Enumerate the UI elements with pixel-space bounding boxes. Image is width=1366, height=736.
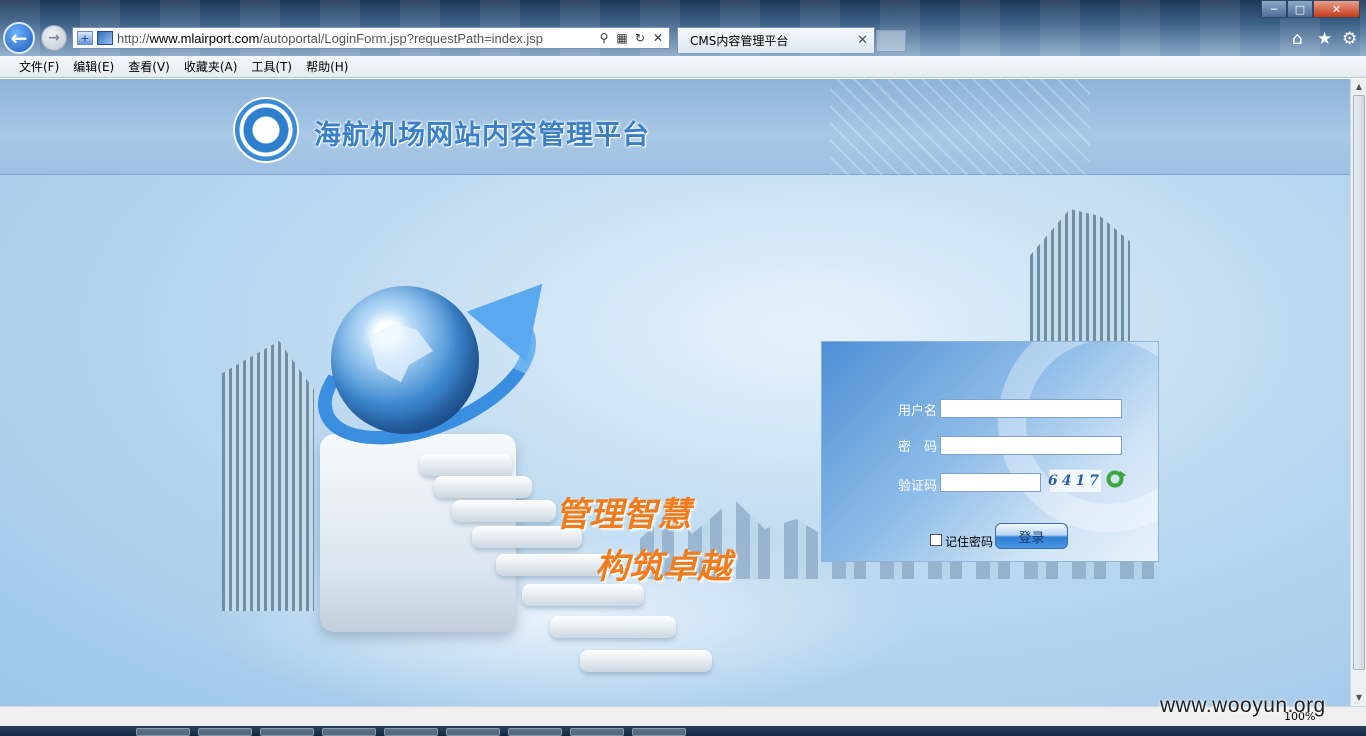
compat-view-icon[interactable]: ▦ bbox=[615, 31, 629, 45]
gear-icon[interactable]: ⚙ bbox=[1342, 29, 1357, 49]
scroll-down-icon[interactable]: ▼ bbox=[1351, 690, 1366, 706]
forward-arrow-icon: → bbox=[48, 30, 60, 46]
header-map-decoration bbox=[830, 79, 1090, 175]
taskbar-item[interactable] bbox=[632, 728, 686, 736]
stair-step bbox=[580, 650, 712, 672]
close-window-button[interactable]: ✕ bbox=[1313, 0, 1360, 18]
stair-step bbox=[420, 454, 512, 476]
tab-close-icon[interactable]: ✕ bbox=[857, 33, 868, 48]
new-tab-button[interactable] bbox=[876, 30, 906, 52]
password-input[interactable] bbox=[940, 436, 1122, 455]
page-viewport: 海航机场网站内容管理平台 管理智慧 构筑卓越 用户名 密 码 验证码 6417 … bbox=[0, 79, 1350, 706]
remember-password-label[interactable]: 记住密码 bbox=[945, 533, 993, 550]
star-icon[interactable]: ★ bbox=[1317, 29, 1332, 49]
username-input[interactable] bbox=[940, 399, 1122, 418]
menu-bar: 文件(F) 编辑(E) 查看(V) 收藏夹(A) 工具(T) 帮助(H) bbox=[0, 56, 1366, 78]
back-button[interactable]: ← bbox=[3, 22, 35, 54]
remember-password-checkbox[interactable] bbox=[930, 534, 942, 546]
vertical-scrollbar[interactable]: ▲ ▼ bbox=[1350, 79, 1366, 706]
menu-favorites[interactable]: 收藏夹(A) bbox=[177, 58, 245, 75]
back-arrow-icon: ← bbox=[10, 26, 28, 50]
taskbar bbox=[0, 726, 1366, 736]
taskbar-item[interactable] bbox=[384, 728, 438, 736]
stair-step bbox=[452, 500, 556, 522]
scroll-up-icon[interactable]: ▲ bbox=[1351, 79, 1366, 95]
stair-step bbox=[550, 616, 676, 638]
stop-icon[interactable]: ✕ bbox=[651, 31, 665, 45]
page-favicon-icon bbox=[97, 31, 113, 45]
taskbar-item[interactable] bbox=[136, 728, 190, 736]
menu-file[interactable]: 文件(F) bbox=[12, 58, 66, 75]
password-label: 密 码 bbox=[898, 440, 938, 455]
slogan-line-2: 构筑卓越 bbox=[595, 547, 731, 587]
globe-illustration bbox=[331, 286, 479, 434]
slogan-line-1: 管理智慧 bbox=[555, 495, 691, 535]
username-label: 用户名 bbox=[898, 404, 938, 419]
search-icon[interactable]: ⚲ bbox=[597, 31, 611, 45]
tab-title: CMS内容管理平台 bbox=[690, 34, 789, 48]
taskbar-item[interactable] bbox=[260, 728, 314, 736]
scroll-thumb[interactable] bbox=[1353, 95, 1365, 670]
taskbar-item[interactable] bbox=[322, 728, 376, 736]
site-title: 海航机场网站内容管理平台 bbox=[314, 120, 650, 151]
minimize-button[interactable]: ─ bbox=[1261, 0, 1287, 18]
url-text[interactable]: http://www.mlairport.com/autoportal/Logi… bbox=[117, 31, 593, 46]
browser-tab[interactable]: CMS内容管理平台 ✕ bbox=[677, 27, 875, 53]
taskbar-item[interactable] bbox=[198, 728, 252, 736]
page-header: 海航机场网站内容管理平台 bbox=[0, 79, 1350, 175]
forward-button[interactable]: → bbox=[41, 25, 67, 51]
watermark-text: www.wooyun.org bbox=[1160, 694, 1326, 717]
captcha-label: 验证码 bbox=[898, 479, 938, 494]
taskbar-item[interactable] bbox=[508, 728, 562, 736]
menu-edit[interactable]: 编辑(E) bbox=[66, 58, 121, 75]
taskbar-item[interactable] bbox=[570, 728, 624, 736]
login-panel: 用户名 密 码 验证码 6417 记住密码 登录 bbox=[821, 341, 1159, 562]
maximize-button[interactable]: □ bbox=[1287, 0, 1313, 18]
refresh-icon[interactable] bbox=[1106, 470, 1126, 488]
login-button[interactable]: 登录 bbox=[995, 523, 1068, 549]
page-security-icon[interactable]: + bbox=[77, 31, 93, 45]
taskbar-item[interactable] bbox=[446, 728, 500, 736]
menu-view[interactable]: 查看(V) bbox=[121, 58, 177, 75]
browser-titlebar: ← → + http://www.mlairport.com/autoporta… bbox=[0, 0, 1366, 56]
stair-step bbox=[434, 476, 532, 498]
logo-icon bbox=[233, 97, 299, 163]
slogan-calligraphy: 管理智慧 构筑卓越 bbox=[555, 489, 765, 593]
captcha-input[interactable] bbox=[940, 473, 1041, 492]
address-bar[interactable]: + http://www.mlairport.com/autoportal/Lo… bbox=[72, 27, 670, 49]
captcha-image[interactable]: 6417 bbox=[1048, 469, 1102, 493]
refresh-page-icon[interactable]: ↻ bbox=[633, 31, 647, 45]
menu-tools[interactable]: 工具(T) bbox=[244, 58, 299, 75]
left-skyscraper-illustration bbox=[222, 341, 314, 611]
home-icon[interactable]: ⌂ bbox=[1292, 29, 1303, 49]
menu-help[interactable]: 帮助(H) bbox=[299, 58, 355, 75]
